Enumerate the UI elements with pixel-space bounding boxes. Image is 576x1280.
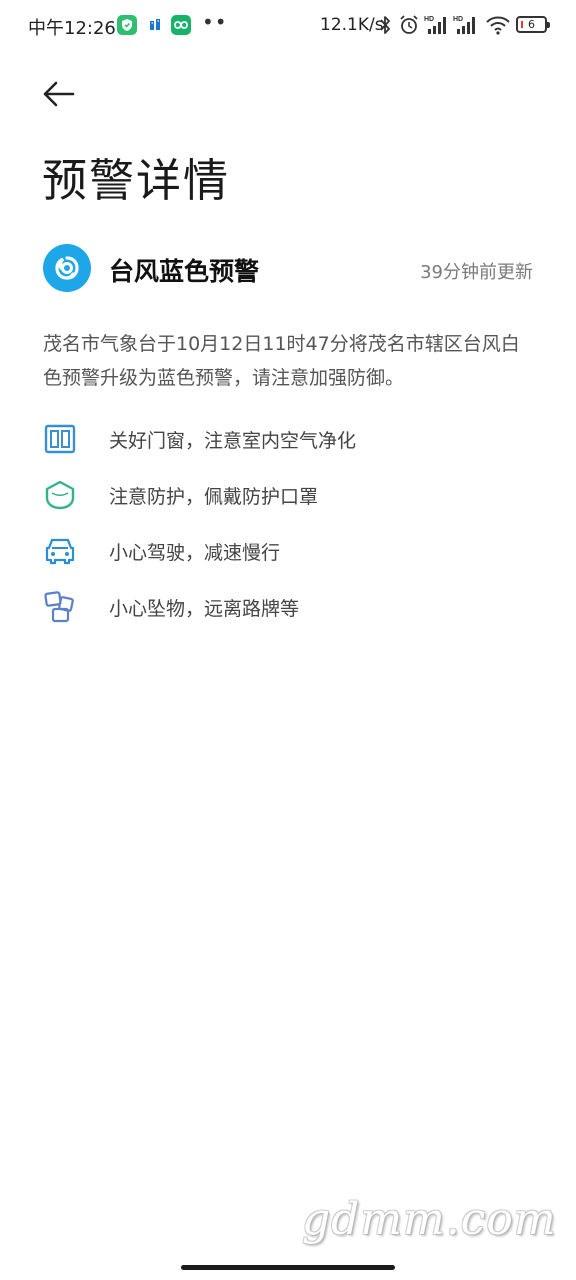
battery-low-indicator bbox=[521, 21, 523, 28]
svg-text:HD: HD bbox=[453, 16, 463, 23]
suggestion-list: 关好门窗，注意室内空气净化 注意防护，佩戴防护口罩 小心驾驶，减速慢行 小心坠物… bbox=[43, 420, 533, 644]
suggestion-text: 注意防护，佩戴防护口罩 bbox=[109, 486, 319, 508]
typhoon-icon bbox=[43, 244, 91, 292]
svg-text:HD: HD bbox=[424, 16, 434, 23]
back-button[interactable] bbox=[40, 76, 84, 112]
battery-level: 6 bbox=[528, 18, 535, 31]
status-time: 中午12:26 bbox=[28, 18, 116, 39]
app-icon bbox=[145, 15, 165, 35]
home-indicator[interactable] bbox=[181, 1265, 395, 1270]
suggestion-item-car: 小心驾驶，减速慢行 bbox=[43, 532, 533, 588]
network-speed: 12.1K/s bbox=[320, 15, 384, 35]
battery-icon: 6 bbox=[516, 16, 550, 33]
watermark: gdmm.com bbox=[302, 1194, 557, 1245]
more-notifications-icon: •• bbox=[202, 10, 228, 34]
suggestion-text: 小心驾驶，减速慢行 bbox=[109, 542, 281, 564]
arrow-left-icon bbox=[43, 81, 75, 107]
suggestion-item-window: 关好门窗，注意室内空气净化 bbox=[43, 420, 533, 476]
alarm-icon bbox=[398, 14, 420, 40]
page-title: 预警详情 bbox=[42, 154, 231, 207]
suggestion-item-falling: 小心坠物，远离路牌等 bbox=[43, 588, 533, 644]
mask-icon bbox=[43, 478, 77, 512]
suggestion-item-mask: 注意防护，佩戴防护口罩 bbox=[43, 476, 533, 532]
suggestion-text: 关好门窗，注意室内空气净化 bbox=[109, 430, 357, 452]
wifi-icon bbox=[485, 14, 511, 40]
alert-title: 台风蓝色预警 bbox=[109, 257, 260, 286]
bluetooth-icon bbox=[378, 14, 392, 40]
signal-hd-icon: HD bbox=[424, 14, 450, 40]
car-icon bbox=[43, 534, 77, 568]
suggestion-text: 小心坠物，远离路牌等 bbox=[109, 598, 300, 620]
infinity-app-icon bbox=[171, 15, 191, 35]
alert-description: 茂名市气象台于10月12日11时47分将茂名市辖区台风白色预警升级为蓝色预警，请… bbox=[43, 333, 520, 389]
shield-app-icon bbox=[117, 15, 137, 35]
signal-hd-icon-2: HD bbox=[453, 14, 479, 40]
status-bar: 中午12:26 •• 12.1K/s HD HD 6 bbox=[0, 0, 576, 52]
falling-objects-icon bbox=[43, 590, 77, 624]
window-icon bbox=[43, 422, 77, 456]
alert-update-time: 39分钟前更新 bbox=[420, 262, 533, 283]
